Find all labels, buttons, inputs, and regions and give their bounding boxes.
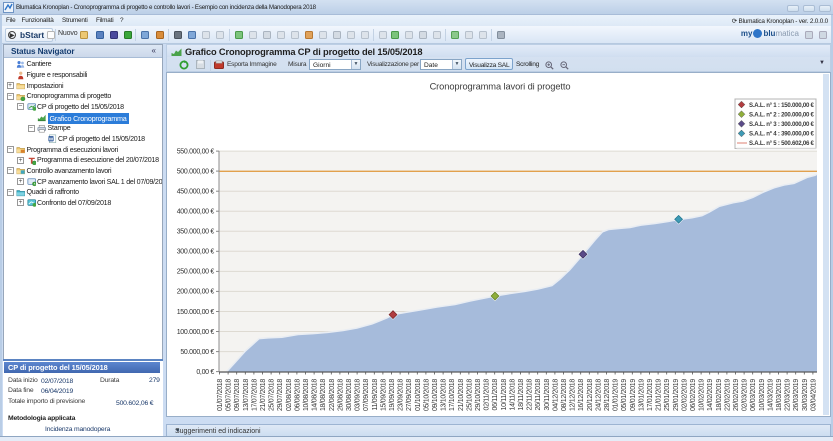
- svg-text:19/09/2018: 19/09/2018: [389, 379, 396, 411]
- svg-text:05/10/2018: 05/10/2018: [423, 379, 430, 411]
- svg-text:12/12/2018: 12/12/2018: [570, 379, 577, 411]
- svg-text:06/08/2018: 06/08/2018: [294, 379, 301, 411]
- svg-text:20/12/2018: 20/12/2018: [587, 379, 594, 411]
- svg-text:30/11/2018: 30/11/2018: [544, 379, 551, 411]
- svg-text:14/08/2018: 14/08/2018: [312, 379, 319, 411]
- svg-text:03/09/2018: 03/09/2018: [355, 379, 362, 411]
- svg-text:01/01/2019: 01/01/2019: [613, 379, 620, 411]
- svg-text:30/08/2018: 30/08/2018: [346, 379, 353, 411]
- svg-text:25/10/2018: 25/10/2018: [466, 379, 473, 411]
- svg-text:01/10/2018: 01/10/2018: [415, 379, 422, 411]
- svg-text:11/09/2018: 11/09/2018: [372, 379, 379, 411]
- svg-text:W: W: [48, 137, 53, 143]
- svg-text:450.000,00 €: 450.000,00 €: [177, 189, 215, 196]
- svg-text:10/02/2019: 10/02/2019: [699, 379, 706, 411]
- svg-text:21/01/2019: 21/01/2019: [656, 379, 663, 411]
- svg-text:25/01/2019: 25/01/2019: [664, 379, 671, 411]
- svg-text:02/02/2019: 02/02/2019: [681, 379, 688, 411]
- svg-text:26/08/2018: 26/08/2018: [337, 379, 344, 411]
- svg-text:29/01/2019: 29/01/2019: [673, 379, 680, 411]
- svg-text:16/12/2018: 16/12/2018: [578, 379, 585, 411]
- svg-text:05/07/2018: 05/07/2018: [226, 379, 233, 411]
- svg-text:Cronoprogramma lavori di proge: Cronoprogramma lavori di progetto: [430, 82, 571, 92]
- svg-text:09/10/2018: 09/10/2018: [432, 379, 439, 411]
- svg-text:400.000,00 €: 400.000,00 €: [177, 209, 215, 216]
- svg-text:22/11/2018: 22/11/2018: [527, 379, 534, 411]
- svg-text:18/11/2018: 18/11/2018: [518, 379, 525, 411]
- svg-text:50.000,00 €: 50.000,00 €: [180, 349, 214, 356]
- svg-text:18/08/2018: 18/08/2018: [320, 379, 327, 411]
- svg-text:24/12/2018: 24/12/2018: [595, 379, 602, 411]
- svg-text:22/02/2019: 22/02/2019: [724, 379, 731, 411]
- svg-text:06/03/2019: 06/03/2019: [750, 379, 757, 411]
- svg-text:22/08/2018: 22/08/2018: [329, 379, 336, 411]
- svg-text:13/10/2018: 13/10/2018: [441, 379, 448, 411]
- svg-text:25/07/2018: 25/07/2018: [269, 379, 276, 411]
- svg-text:15/09/2018: 15/09/2018: [380, 379, 387, 411]
- svg-text:09/07/2018: 09/07/2018: [234, 379, 241, 411]
- svg-text:06/02/2019: 06/02/2019: [690, 379, 697, 411]
- svg-text:500.000,00 €: 500.000,00 €: [177, 168, 215, 175]
- svg-text:29/10/2018: 29/10/2018: [475, 379, 482, 411]
- svg-text:08/12/2018: 08/12/2018: [561, 379, 568, 411]
- svg-text:26/02/2019: 26/02/2019: [733, 379, 740, 411]
- svg-text:21/10/2018: 21/10/2018: [458, 379, 465, 411]
- svg-text:17/07/2018: 17/07/2018: [251, 379, 258, 411]
- svg-text:26/11/2018: 26/11/2018: [535, 379, 542, 411]
- svg-text:26/03/2019: 26/03/2019: [793, 379, 800, 411]
- svg-text:30/03/2019: 30/03/2019: [802, 379, 809, 411]
- svg-text:S.A.L. n° 5 : 500.602,06 €: S.A.L. n° 5 : 500.602,06 €: [749, 140, 815, 147]
- svg-text:02/08/2018: 02/08/2018: [286, 379, 293, 411]
- svg-text:14/02/2019: 14/02/2019: [707, 379, 714, 411]
- svg-text:17/10/2018: 17/10/2018: [449, 379, 456, 411]
- svg-text:300.000,00 €: 300.000,00 €: [177, 249, 215, 256]
- svg-text:S.A.L. n° 1 : 150.000,00 €: S.A.L. n° 1 : 150.000,00 €: [749, 102, 815, 109]
- svg-text:200.000,00 €: 200.000,00 €: [177, 289, 215, 296]
- svg-text:02/03/2019: 02/03/2019: [742, 379, 749, 411]
- svg-text:01/07/2018: 01/07/2018: [217, 379, 224, 411]
- svg-text:18/02/2019: 18/02/2019: [716, 379, 723, 411]
- svg-text:28/12/2018: 28/12/2018: [604, 379, 611, 411]
- svg-text:0,00 €: 0,00 €: [196, 369, 214, 376]
- svg-text:10/08/2018: 10/08/2018: [303, 379, 310, 411]
- svg-text:27/09/2018: 27/09/2018: [406, 379, 413, 411]
- svg-text:10/03/2019: 10/03/2019: [759, 379, 766, 411]
- svg-text:350.000,00 €: 350.000,00 €: [177, 229, 215, 236]
- svg-text:14/11/2018: 14/11/2018: [509, 379, 516, 411]
- svg-text:13/01/2019: 13/01/2019: [638, 379, 645, 411]
- svg-text:13/07/2018: 13/07/2018: [243, 379, 250, 411]
- svg-text:23/09/2018: 23/09/2018: [398, 379, 405, 411]
- svg-text:17/01/2019: 17/01/2019: [647, 379, 654, 411]
- svg-text:S.A.L. n° 3 : 300.000,00 €: S.A.L. n° 3 : 300.000,00 €: [749, 121, 815, 128]
- svg-text:14/03/2019: 14/03/2019: [767, 379, 774, 411]
- svg-text:09/01/2019: 09/01/2019: [630, 379, 637, 411]
- svg-text:05/01/2019: 05/01/2019: [621, 379, 628, 411]
- svg-text:07/09/2018: 07/09/2018: [363, 379, 370, 411]
- svg-text:06/11/2018: 06/11/2018: [492, 379, 499, 411]
- svg-text:21/07/2018: 21/07/2018: [260, 379, 267, 411]
- svg-text:29/07/2018: 29/07/2018: [277, 379, 284, 411]
- svg-text:S.A.L. n° 2 : 200.000,00 €: S.A.L. n° 2 : 200.000,00 €: [749, 111, 815, 118]
- svg-text:18/03/2019: 18/03/2019: [776, 379, 783, 411]
- svg-text:03/04/2019: 03/04/2019: [810, 379, 817, 411]
- svg-text:S.A.L. n° 4 : 390.000,00 €: S.A.L. n° 4 : 390.000,00 €: [749, 131, 815, 138]
- svg-text:100.000,00 €: 100.000,00 €: [177, 329, 215, 336]
- svg-text:04/12/2018: 04/12/2018: [552, 379, 559, 411]
- svg-text:550.000,00 €: 550.000,00 €: [177, 148, 215, 155]
- svg-text:22/03/2019: 22/03/2019: [785, 379, 792, 411]
- svg-text:150.000,00 €: 150.000,00 €: [177, 309, 215, 316]
- svg-text:10/11/2018: 10/11/2018: [501, 379, 508, 411]
- svg-text:02/11/2018: 02/11/2018: [484, 379, 491, 411]
- svg-text:250.000,00 €: 250.000,00 €: [177, 269, 215, 276]
